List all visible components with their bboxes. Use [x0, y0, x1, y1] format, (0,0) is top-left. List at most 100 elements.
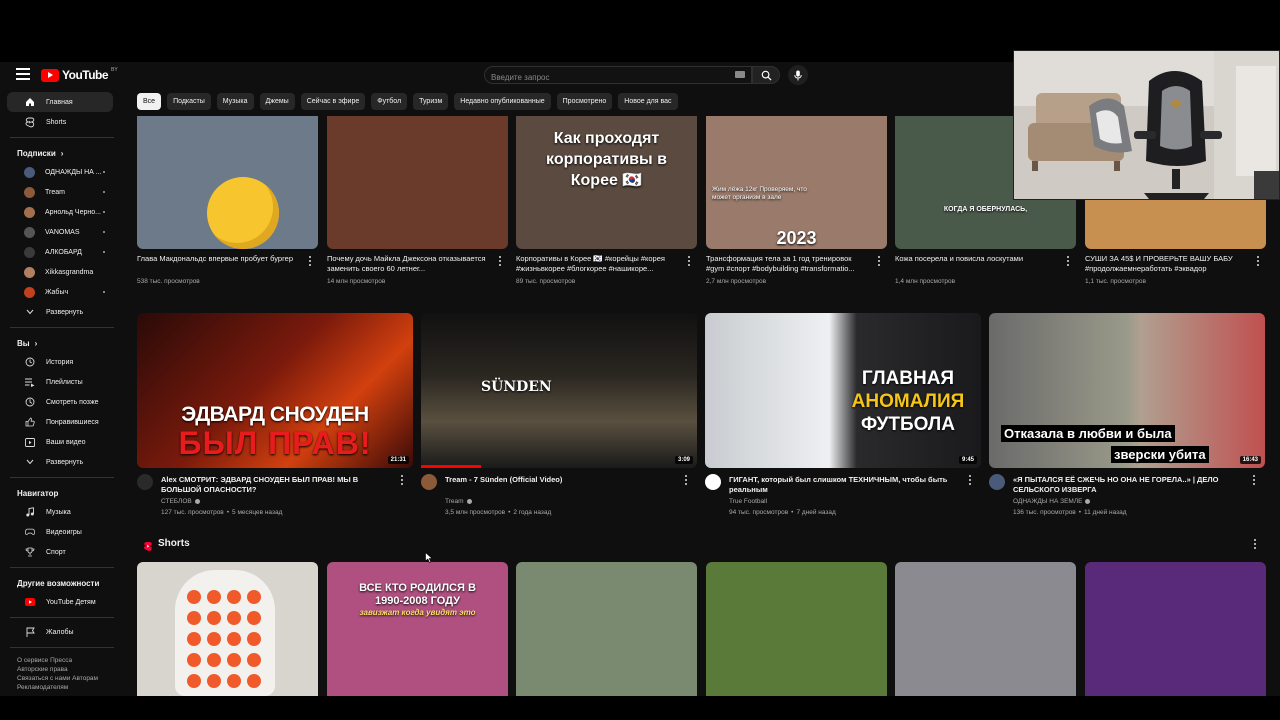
channel-avatar[interactable]: [421, 474, 437, 490]
video-thumbnail[interactable]: SÜNDEN 3:09: [421, 313, 697, 468]
sidebar-subscription[interactable]: VANOMAS: [7, 222, 113, 242]
more-options-icon[interactable]: [1065, 255, 1071, 267]
channel-avatar[interactable]: [705, 474, 721, 490]
channel-avatar[interactable]: [989, 474, 1005, 490]
sidebar-item-liked[interactable]: Понравившиеся: [7, 412, 113, 432]
menu-icon[interactable]: [16, 68, 30, 80]
divider: [10, 477, 114, 478]
sidebar-item-home[interactable]: Главная: [7, 92, 113, 112]
video-thumbnail[interactable]: ЭДВАРД СНОУДЕН БЫЛ ПРАВ! 21:31: [137, 313, 413, 468]
more-options-icon[interactable]: [307, 255, 313, 267]
more-options-icon[interactable]: [497, 255, 503, 267]
more-options-icon[interactable]: [399, 474, 405, 486]
youtube-logo[interactable]: YouTube BY: [41, 67, 118, 82]
more-options-icon[interactable]: [686, 255, 692, 267]
chip-4[interactable]: Сейчас в эфире: [300, 93, 366, 110]
more-options-icon[interactable]: [967, 474, 973, 486]
video-thumbnail[interactable]: [327, 116, 508, 249]
sidebar-item-trophy[interactable]: Спорт: [7, 542, 113, 562]
thumbnail-caption: Отказала в любви и была: [1001, 425, 1175, 442]
footer-links[interactable]: О сервисе Пресса Авторские права Связать…: [0, 656, 100, 692]
channel-name[interactable]: ОДНАЖДЫ НА ЗЕМЛЕ: [1013, 497, 1091, 507]
video-title[interactable]: Почему дочь Майкла Джексона отказывается…: [327, 254, 487, 274]
channel-name[interactable]: True Football: [729, 497, 767, 507]
short-thumbnail[interactable]: [1085, 562, 1266, 696]
short-thumbnail[interactable]: [137, 562, 318, 696]
shorts-more-icon[interactable]: [1252, 538, 1258, 550]
keyboard-icon[interactable]: [735, 71, 745, 78]
you-header[interactable]: Вы ›: [0, 334, 124, 352]
separator-dot: •: [1078, 509, 1082, 516]
video-title[interactable]: Кожа посерела и повисла лоскутами: [895, 254, 1055, 274]
sidebar-item-label: Арнольд Черно...: [45, 208, 101, 216]
chip-5[interactable]: Футбол: [371, 93, 408, 110]
channel-avatar[interactable]: [137, 474, 153, 490]
video-thumbnail[interactable]: ГЛАВНАЯ АНОМАЛИЯ ФУТБОЛА 9:45: [705, 313, 981, 468]
video-thumbnail[interactable]: 2023 Жим лёжа 12кг Проверяем, что может о…: [706, 116, 887, 249]
channel-name[interactable]: Tream: [445, 497, 472, 507]
sidebar-subscription[interactable]: Арнольд Черно...: [7, 202, 113, 222]
subscriptions-header[interactable]: Подписки ›: [0, 144, 124, 162]
more-options-icon[interactable]: [1255, 255, 1261, 267]
filter-chips: Все Подкасты Музыка Джемы Сейчас в эфире Футб…: [137, 93, 678, 111]
video-title[interactable]: Alex СМОТРИТ: ЭДВАРД СНОУДЕН БЫЛ ПРАВ! М…: [161, 475, 391, 495]
chip-9[interactable]: Новое для вас: [618, 93, 678, 110]
sidebar-subscription[interactable]: Жабыч: [7, 282, 113, 302]
sidebar-subscription[interactable]: Tream: [7, 182, 113, 202]
voice-search-button[interactable]: [788, 65, 808, 85]
video-thumbnail[interactable]: Как проходят корпоративы в Корее 🇰🇷: [516, 116, 697, 249]
video-views: 136 тыс. просмотров: [1013, 509, 1076, 516]
short-thumbnail[interactable]: [516, 562, 697, 696]
sidebar-subscription[interactable]: АЛКОБАРД: [7, 242, 113, 262]
sidebar-item-history[interactable]: История: [7, 352, 113, 372]
more-options-icon[interactable]: [1251, 474, 1257, 486]
video-title[interactable]: «Я ПЫТАЛСЯ ЕЁ СЖЕЧЬ НО ОНА НЕ ГОРЕЛА..» …: [1013, 475, 1243, 495]
pop-bubble: [227, 611, 241, 625]
sidebar-item-music[interactable]: Музыка: [7, 502, 113, 522]
chip-1[interactable]: Подкасты: [167, 93, 211, 110]
sidebar-item-youtube-kids[interactable]: YouTube Детям: [7, 592, 113, 612]
sidebar-subscription[interactable]: Xikkasgrandma: [7, 262, 113, 282]
youtube-kids-icon: [25, 597, 35, 607]
separator-dot: •: [791, 509, 794, 516]
more-header: Другие возможности: [0, 574, 124, 592]
short-thumbnail[interactable]: ВСЕ КТО РОДИЛСЯ В 1990-2008 ГОДУ завизжат…: [327, 562, 508, 696]
more-options-icon[interactable]: [683, 474, 689, 486]
thumbnail-caption: 2023: [776, 228, 817, 248]
more-options-icon[interactable]: [876, 255, 882, 267]
video-title[interactable]: ГИГАНТ, который был слишком ТЕХНИЧНЫМ, ч…: [729, 475, 959, 495]
logo-text: YouTube: [62, 68, 109, 82]
sidebar-item-report[interactable]: Жалобы: [7, 622, 113, 642]
video-title[interactable]: Корпоративы в Корее 🇰🇷 #корейцы #корея #…: [516, 254, 676, 274]
thumbnail-caption: ЭДВАРД СНОУДЕН: [181, 403, 369, 426]
video-thumbnail[interactable]: Отказала в любви и была зверски убита 16:4…: [989, 313, 1265, 468]
short-thumbnail[interactable]: [895, 562, 1076, 696]
chip-7[interactable]: Недавно опубликованные: [454, 93, 551, 110]
chip-3[interactable]: Джемы: [259, 93, 295, 110]
divider: [10, 647, 114, 648]
sidebar-item-your-videos[interactable]: Ваши видео: [7, 432, 113, 452]
chevron-down-icon: [25, 457, 35, 467]
short-thumbnail[interactable]: [706, 562, 887, 696]
chip-8[interactable]: Просмотрено: [556, 93, 613, 110]
sidebar-item-gaming[interactable]: Видеоигры: [7, 522, 113, 542]
sidebar-item-watch-later[interactable]: Смотреть позже: [7, 392, 113, 412]
search-button[interactable]: [752, 66, 780, 84]
sidebar-item-chevron-down[interactable]: Развернуть: [7, 452, 113, 472]
pop-bubble: [187, 632, 201, 646]
sidebar-item-playlists[interactable]: Плейлисты: [7, 372, 113, 392]
video-title[interactable]: СУШИ ЗА 45$ И ПРОВЕРЬТЕ ВАШУ БАБУ #продо…: [1085, 254, 1245, 274]
video-title[interactable]: Трансформация тела за 1 год тренировок #…: [706, 254, 866, 274]
chip-6[interactable]: Туризм: [413, 93, 449, 110]
video-title[interactable]: Tream - 7 Sünden (Official Video): [445, 475, 675, 495]
sidebar-item-label: YouTube Детям: [46, 598, 96, 606]
chip-2[interactable]: Музыка: [216, 93, 254, 110]
chip-0[interactable]: Все: [137, 93, 162, 110]
sidebar-subscription[interactable]: ОДНАЖДЫ НА ...: [7, 162, 113, 182]
pop-bubble: [247, 653, 261, 667]
channel-name[interactable]: СТЕБЛОВ: [161, 497, 200, 507]
video-title[interactable]: Глава Макдональдс впервые пробует бургер: [137, 254, 297, 274]
sidebar-item-expand[interactable]: Развернуть: [7, 302, 113, 322]
search-input[interactable]: [485, 69, 715, 86]
sidebar-item-shorts[interactable]: Shorts: [7, 112, 113, 132]
